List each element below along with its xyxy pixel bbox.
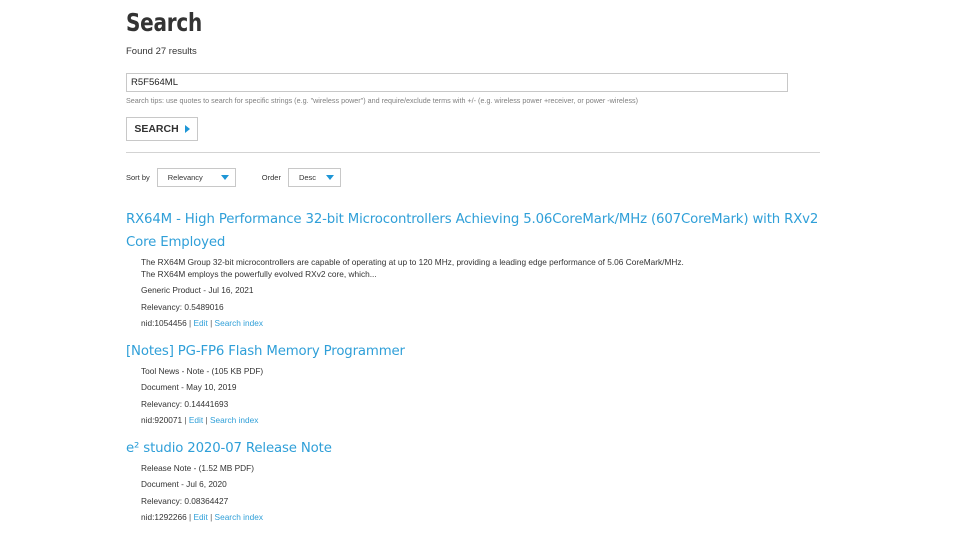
results-list: RX64M - High Performance 32-bit Microcon… — [126, 208, 826, 534]
edit-link[interactable]: Edit — [193, 512, 207, 522]
search-index-link[interactable]: Search index — [210, 415, 258, 425]
divider — [126, 152, 820, 153]
result-nid: nid:1054456 — [141, 318, 187, 328]
separator: | — [184, 415, 187, 425]
result-description: The RX64M Group 32-bit microcontrollers … — [141, 256, 826, 280]
result-description-line: The RX64M Group 32-bit microcontrollers … — [141, 257, 684, 267]
separator: | — [189, 318, 192, 328]
separator: | — [205, 415, 208, 425]
search-index-link[interactable]: Search index — [215, 512, 263, 522]
result-nid: nid:1292266 — [141, 512, 187, 522]
result-title-line: RX64M - High Performance 32-bit Microcon… — [126, 212, 819, 227]
result-type-date: Document - Jul 6, 2020 — [141, 479, 227, 489]
result-nid-row: nid:920071 | Edit | Search index — [141, 412, 826, 429]
result-title-link[interactable]: e² studio 2020-07 Release Note — [126, 437, 826, 460]
order-label: Order — [261, 173, 281, 182]
result-item: RX64M - High Performance 32-bit Microcon… — [126, 208, 826, 332]
result-info: Tool News - Note - (105 KB PDF) — [141, 365, 264, 376]
result-nid-row: nid:1054456 | Edit | Search index — [141, 315, 826, 332]
results-count: Found 27 results — [126, 46, 197, 57]
result-relevancy: Relevancy: 0.5489016 — [141, 301, 224, 312]
search-index-link[interactable]: Search index — [215, 318, 263, 328]
result-relevancy: Relevancy: 0.08364427 — [141, 495, 229, 506]
caret-down-icon — [220, 175, 229, 180]
sort-by-value: Relevancy — [167, 173, 203, 182]
search-button-label: SEARCH — [134, 123, 179, 135]
sort-controls: Sort by Relevancy Order Desc — [126, 167, 341, 188]
result-item: e² studio 2020-07 Release Note Release N… — [126, 437, 826, 526]
result-item: [Notes] PG-FP6 Flash Memory Programmer T… — [126, 340, 826, 429]
edit-link[interactable]: Edit — [189, 415, 203, 425]
page-title: Search — [126, 8, 202, 37]
result-nid: nid:920071 — [141, 415, 183, 425]
result-description-line: The RX64M employs the powerfully evolved… — [141, 269, 377, 279]
result-type-date: Document - May 10, 2019 — [141, 382, 237, 392]
separator: | — [210, 318, 213, 328]
caret-down-icon — [325, 175, 334, 180]
sort-by-select[interactable]: Relevancy — [156, 168, 236, 187]
search-tips: Search tips: use quotes to search for sp… — [126, 96, 639, 105]
sort-by-label: Sort by — [126, 173, 150, 182]
search-button[interactable]: SEARCH — [126, 117, 198, 141]
result-title-link[interactable]: RX64M - High Performance 32-bit Microcon… — [126, 208, 826, 254]
search-input[interactable] — [126, 73, 788, 92]
result-type-date: Generic Product - Jul 16, 2021 — [141, 285, 254, 295]
result-meta: Release Note - (1.52 MB PDF) Document - … — [126, 460, 826, 526]
separator: | — [210, 512, 213, 522]
result-title-line: Core Employed — [126, 235, 226, 250]
order-value: Desc — [298, 173, 317, 182]
result-relevancy: Relevancy: 0.14441693 — [141, 398, 229, 409]
result-info: Release Note - (1.52 MB PDF) — [141, 462, 254, 473]
result-meta: The RX64M Group 32-bit microcontrollers … — [126, 256, 826, 332]
caret-right-icon — [184, 125, 190, 133]
result-title-link[interactable]: [Notes] PG-FP6 Flash Memory Programmer — [126, 340, 826, 363]
edit-link[interactable]: Edit — [193, 318, 207, 328]
result-nid-row: nid:1292266 | Edit | Search index — [141, 509, 826, 526]
order-select[interactable]: Desc — [287, 168, 341, 187]
separator: | — [189, 512, 192, 522]
result-meta: Tool News - Note - (105 KB PDF) Document… — [126, 363, 826, 429]
